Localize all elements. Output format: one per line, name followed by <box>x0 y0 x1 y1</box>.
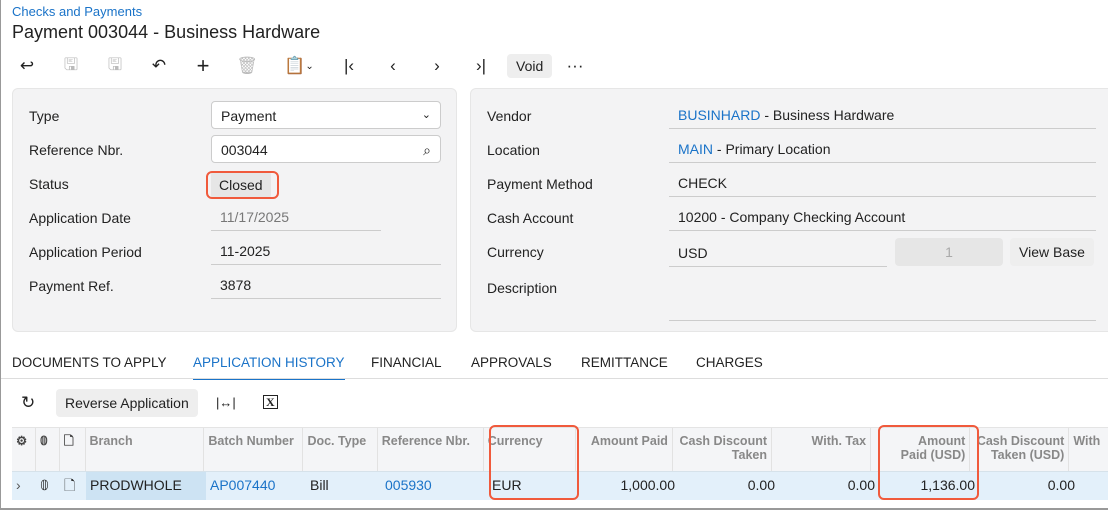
cell-cash-discount: 0.00 <box>747 477 775 493</box>
tab-charges[interactable]: CHARGES <box>696 355 763 370</box>
void-button[interactable]: Void <box>507 54 553 78</box>
fit-columns-icon[interactable]: |↔| <box>216 395 236 410</box>
previous-icon[interactable]: ‹ <box>381 53 405 79</box>
add-icon[interactable]: + <box>191 53 215 79</box>
cell-cash-discount-usd: 0.00 <box>1047 477 1075 493</box>
currency-highlight <box>489 425 579 500</box>
method-label: Payment Method <box>487 176 593 192</box>
reference-value: 003044 <box>221 142 268 158</box>
status-label: Status <box>29 176 69 192</box>
cash-account-field[interactable]: 10200 - Company Checking Account <box>669 203 1096 231</box>
view-base-button[interactable]: View Base <box>1010 238 1094 266</box>
period-field[interactable]: 11-2025 <box>211 237 441 265</box>
location-field[interactable]: MAIN - Primary Location <box>669 135 1096 163</box>
clipboard-icon[interactable]: 📋 ⌄ <box>279 53 319 79</box>
reference-input[interactable]: 003044 ⌕ <box>211 135 441 163</box>
rate-field: 1 <box>895 238 1003 266</box>
attachment-icon: 𝟘 <box>36 428 60 471</box>
location-name: - Primary Location <box>713 141 831 157</box>
col-cash-discount-usd[interactable]: Cash Discount Taken (USD) <box>970 428 1070 471</box>
back-icon[interactable]: ↩ <box>15 53 39 79</box>
save-close-icon[interactable]: 🖫 <box>59 53 83 79</box>
tab-approvals[interactable]: APPROVALS <box>471 355 552 370</box>
tab-financial[interactable]: FINANCIAL <box>371 355 442 370</box>
cell-with-tax: 0.00 <box>847 477 875 493</box>
col-with-tax-usd[interactable]: With <box>1069 428 1108 471</box>
app-date-field[interactable]: 11/17/2025 <box>211 203 381 231</box>
type-select[interactable]: Payment ⌄ <box>211 101 441 129</box>
description-field[interactable] <box>669 273 1096 321</box>
type-label: Type <box>29 108 60 124</box>
status-highlight <box>206 171 279 199</box>
note-icon[interactable]: 🗋 <box>60 472 86 500</box>
payref-label: Payment Ref. <box>29 278 114 294</box>
tab-application-history[interactable]: APPLICATION HISTORY <box>193 355 345 380</box>
col-doc-type[interactable]: Doc. Type <box>303 428 378 471</box>
vendor-field[interactable]: BUSINHARD - Business Hardware <box>669 101 1096 129</box>
app-date-label: Application Date <box>29 210 131 226</box>
file-icon: 🗋 <box>60 428 86 471</box>
cash-account-label: Cash Account <box>487 210 574 226</box>
col-with-tax[interactable]: With. Tax <box>772 428 872 471</box>
tab-documents-to-apply[interactable]: DOCUMENTS TO APPLY <box>12 355 167 370</box>
period-label: Application Period <box>29 244 142 260</box>
cell-doc-type: Bill <box>310 477 329 493</box>
search-icon[interactable]: ⌕ <box>423 142 431 159</box>
more-icon[interactable]: ··· <box>563 53 587 79</box>
settings-icon[interactable]: ⚙ <box>12 428 36 471</box>
location-link[interactable]: MAIN <box>678 141 713 157</box>
cell-ref-link[interactable]: 005930 <box>381 472 488 500</box>
payref-field[interactable]: 3878 <box>211 271 441 299</box>
method-field[interactable]: CHECK <box>669 169 1096 197</box>
location-label: Location <box>487 142 540 158</box>
description-label: Description <box>487 280 558 296</box>
cell-batch-link[interactable]: AP007440 <box>206 472 306 500</box>
currency-field[interactable]: USD <box>669 239 887 267</box>
first-icon[interactable]: |‹ <box>337 53 361 79</box>
col-branch[interactable]: Branch <box>86 428 205 471</box>
page-title: Payment 003044 - Business Hardware <box>12 22 321 42</box>
attachment-icon[interactable]: 𝟘 <box>36 472 60 500</box>
reference-label: Reference Nbr. <box>29 142 124 158</box>
summary-right-panel: Vendor BUSINHARD - Business Hardware Loc… <box>470 88 1108 332</box>
chevron-down-icon: ⌄ <box>421 109 431 121</box>
vendor-label: Vendor <box>487 108 532 124</box>
refresh-icon[interactable]: ↻ <box>21 393 35 413</box>
amount-usd-highlight <box>878 425 979 500</box>
type-value: Payment <box>221 108 277 124</box>
reverse-application-button[interactable]: Reverse Application <box>56 389 198 417</box>
cell-amount-paid: 1,000.00 <box>620 477 676 493</box>
currency-label: Currency <box>487 244 544 260</box>
col-cash-discount[interactable]: Cash Discount Taken <box>673 428 772 471</box>
col-reference-nbr[interactable]: Reference Nbr. <box>378 428 484 471</box>
cell-branch[interactable]: PRODWHOLE <box>86 472 206 500</box>
col-batch-number[interactable]: Batch Number <box>204 428 304 471</box>
summary-left-panel: Type Payment ⌄ Reference Nbr. 003044 ⌕ Sta… <box>12 88 457 332</box>
breadcrumb[interactable]: Checks and Payments <box>12 4 142 19</box>
vendor-link[interactable]: BUSINHARD <box>678 107 760 123</box>
save-icon[interactable]: 🖫 <box>103 53 127 79</box>
next-icon[interactable]: › <box>425 53 449 79</box>
tab-remittance[interactable]: REMITTANCE <box>581 355 668 370</box>
excel-export-icon[interactable]: X <box>263 395 278 409</box>
col-amount-paid[interactable]: Amount Paid <box>576 428 673 471</box>
tab-divider <box>1 378 1108 379</box>
vendor-name: - Business Hardware <box>760 107 895 123</box>
undo-icon[interactable]: ↶ <box>147 53 171 79</box>
last-icon[interactable]: ›| <box>469 53 493 79</box>
delete-icon[interactable]: 🗑 <box>235 53 259 79</box>
expand-icon[interactable]: › <box>12 472 36 500</box>
